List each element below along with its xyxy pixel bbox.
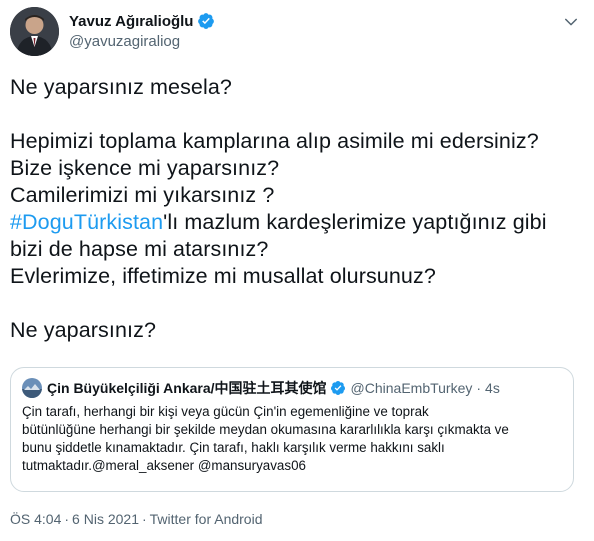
separator-dot: ·: [64, 511, 70, 527]
tweet-line: Bize işkence mi yaparsınız?: [10, 156, 280, 180]
tweet-meta: ÖS 4:04 · 6 Nis 2021 · Twitter for Android: [10, 511, 262, 527]
author-avatar[interactable]: [10, 7, 59, 56]
tweet-line: Ne yaparsınız mesela?: [10, 75, 232, 99]
profile-photo-icon: [10, 7, 59, 56]
chevron-down-icon[interactable]: [562, 13, 580, 31]
hashtag-link[interactable]: #DoguTürkistan: [10, 210, 163, 234]
quoted-tweet[interactable]: Çin Büyükelçiliği Ankara/中国驻土耳其使馆 @China…: [10, 367, 574, 492]
author-handle[interactable]: @yavuzagiraliog: [69, 33, 215, 50]
quoted-tweet-text: Çin tarafı, herhangi bir kişi veya gücün…: [22, 403, 567, 475]
tweet-time[interactable]: ÖS 4:04: [10, 511, 61, 527]
tweet: Yavuz Ağıralioğlu @yavuzagiraliog Ne yap…: [0, 0, 594, 541]
verified-badge-icon: [330, 381, 345, 395]
tweet-source[interactable]: Twitter for Android: [150, 511, 263, 527]
tweet-line: Ne yaparsınız?: [10, 318, 156, 342]
tweet-line-rest: 'lı mazlum kardeşlerimize yaptığınız gib…: [163, 210, 547, 234]
tweet-line: Evlerimize, iffetimize mi musallat olurs…: [10, 264, 436, 288]
verified-badge-icon: [198, 13, 215, 29]
author-names: Yavuz Ağıralioğlu @yavuzagiraliog: [69, 11, 215, 50]
separator-dot: ·: [141, 511, 147, 527]
quoted-author-avatar[interactable]: [22, 378, 42, 398]
tweet-line: Camilerimizi mi yıkarsınız ?: [10, 183, 275, 207]
tweet-text: Ne yaparsınız mesela? Hepimizi toplama k…: [10, 74, 584, 344]
quoted-tweet-time[interactable]: 4s: [485, 380, 500, 396]
quoted-line: bunu şiddetle kınamaktadır. Çin tarafı, …: [22, 440, 445, 455]
tweet-date[interactable]: 6 Nis 2021: [72, 511, 139, 527]
quoted-author-name[interactable]: Çin Büyükelçiliği Ankara/中国驻土耳其使馆: [47, 378, 327, 398]
quoted-line: Çin tarafı, herhangi bir kişi veya gücün…: [22, 404, 429, 419]
tweet-line: Hepimizi toplama kamplarına alıp asimile…: [10, 129, 539, 153]
separator-dot: ·: [476, 380, 482, 396]
quoted-tweet-header: Çin Büyükelçiliği Ankara/中国驻土耳其使馆 @China…: [22, 378, 500, 398]
quoted-line: tutmaktadır.@meral_aksener @mansuryavas0…: [22, 458, 306, 473]
author-row: Yavuz Ağıralioğlu @yavuzagiraliog: [10, 7, 584, 57]
tweet-line: bizi de hapse mi atarsınız?: [10, 237, 269, 261]
quoted-line: bütünlüğüne herhangi bir şekilde meydan …: [22, 422, 509, 437]
quoted-author-handle[interactable]: @ChinaEmbTurkey: [351, 380, 473, 396]
author-display-name[interactable]: Yavuz Ağıralioğlu: [69, 13, 193, 30]
tweet-line-hashtag: #DoguTürkistan'lı mazlum kardeşlerimize …: [10, 209, 584, 236]
embassy-logo-icon: [22, 378, 42, 398]
